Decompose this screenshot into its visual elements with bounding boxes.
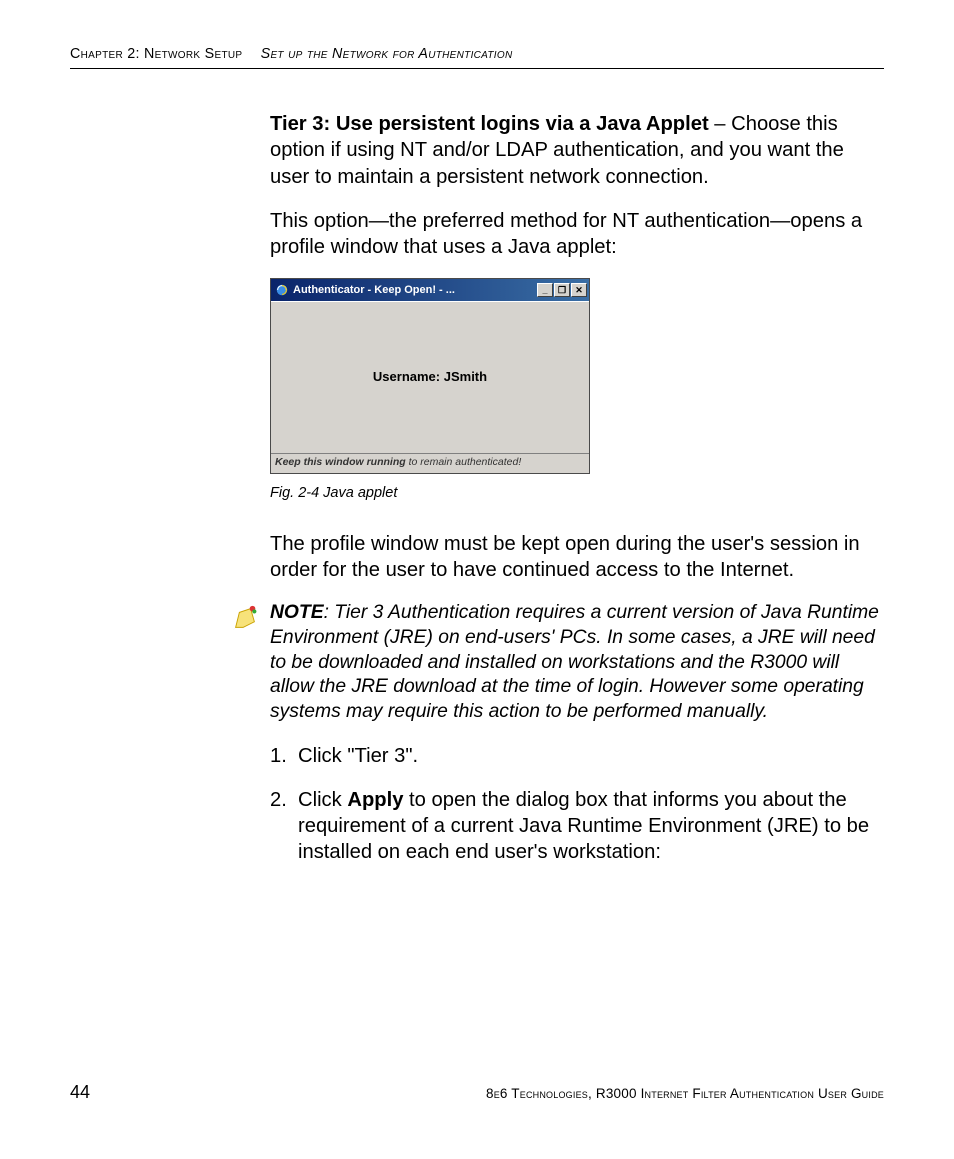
note-text: NOTE: Tier 3 Authentication requires a c…: [270, 601, 882, 724]
figure-caption: Fig. 2-4 Java applet: [270, 484, 882, 503]
minimize-button[interactable]: _: [537, 283, 553, 297]
paragraph-tier3-intro: Tier 3: Use persistent logins via a Java…: [270, 111, 882, 190]
tier3-title: Tier 3: Use persistent logins via a Java…: [270, 113, 709, 135]
footer-text: 8e6 Technologies, R3000 Internet Filter …: [486, 1086, 884, 1101]
applet-window: Authenticator - Keep Open! - ... _ ❐ ✕ U…: [270, 278, 590, 474]
step-2-a: Click: [298, 789, 347, 811]
paragraph-keep-open: The profile window must be kept open dur…: [270, 531, 882, 584]
step-2: 2. Click Apply to open the dialog box th…: [270, 787, 882, 866]
step-2-bold: Apply: [347, 789, 403, 811]
note-block: NOTE: Tier 3 Authentication requires a c…: [230, 601, 882, 724]
paragraph-preferred: This option—the preferred method for NT …: [270, 208, 882, 261]
page-footer: 44 8e6 Technologies, R3000 Internet Filt…: [70, 1082, 884, 1103]
applet-statusbar: Keep this window running to remain authe…: [271, 453, 589, 473]
applet-figure: Authenticator - Keep Open! - ... _ ❐ ✕ U…: [270, 278, 882, 474]
applet-title: Authenticator - Keep Open! - ...: [293, 283, 537, 297]
applet-titlebar: Authenticator - Keep Open! - ... _ ❐ ✕: [271, 279, 589, 301]
step-1-number: 1.: [270, 743, 298, 769]
note-icon: [230, 603, 260, 633]
note-body: : Tier 3 Authentication requires a curre…: [270, 602, 879, 722]
note-label: NOTE: [270, 602, 324, 623]
step-1: 1. Click "Tier 3".: [270, 743, 882, 769]
running-header: Chapter 2: Network Setup Set up the Netw…: [70, 46, 884, 69]
header-section: Set up the Network for Authentication: [261, 46, 513, 62]
step-2-number: 2.: [270, 787, 298, 866]
applet-status-rest: to remain authenticated!: [406, 456, 522, 468]
maximize-button[interactable]: ❐: [554, 283, 570, 297]
applet-username: Username: JSmith: [373, 369, 487, 386]
steps-list: 1. Click "Tier 3". 2. Click Apply to ope…: [270, 743, 882, 866]
main-content: Tier 3: Use persistent logins via a Java…: [270, 111, 882, 866]
page-number: 44: [70, 1082, 90, 1103]
applet-body: Username: JSmith: [271, 301, 589, 453]
applet-status-bold: Keep this window running: [275, 456, 406, 468]
header-chapter: Chapter 2: Network Setup: [70, 46, 242, 62]
step-2-text: Click Apply to open the dialog box that …: [298, 787, 882, 866]
ie-icon: [275, 283, 289, 297]
close-button[interactable]: ✕: [571, 283, 587, 297]
step-1-text: Click "Tier 3".: [298, 743, 882, 769]
